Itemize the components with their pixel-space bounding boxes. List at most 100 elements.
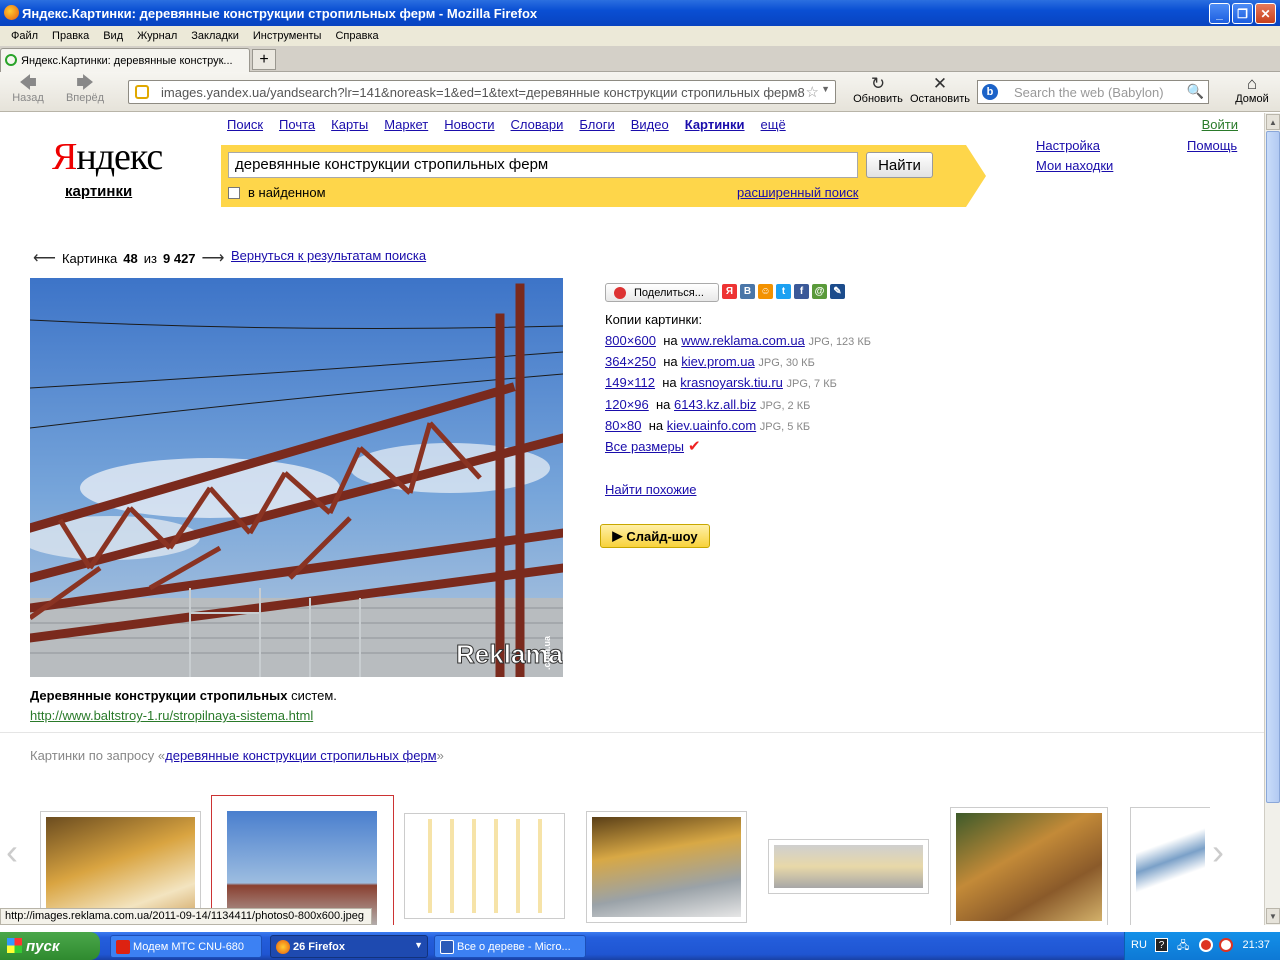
menu-bar: Файл Правка Вид Журнал Закладки Инструме… [0, 26, 1280, 46]
ya-icon[interactable]: Я [722, 284, 737, 299]
query-input[interactable]: деревянные конструкции стропильных ферм [228, 152, 858, 178]
close-button[interactable]: ✕ [1255, 3, 1276, 24]
back-to-results-link[interactable]: Вернуться к результатам поиска [231, 248, 426, 263]
nav-news[interactable]: Новости [444, 117, 494, 132]
url-bar[interactable]: images.yandex.ua/yandsearch?lr=141&norea… [128, 80, 836, 104]
copy-site-link[interactable]: 6143.kz.all.biz [674, 397, 756, 412]
moimir-icon[interactable]: @ [812, 284, 827, 299]
copy-site-link[interactable]: www.reklama.com.ua [681, 333, 805, 348]
source-url-link[interactable]: http://www.baltstroy-1.ru/stropilnaya-si… [30, 708, 313, 723]
slideshow-button[interactable]: ▶ Слайд-шоу [600, 524, 710, 548]
scrollbar-thumb[interactable] [1266, 131, 1280, 803]
taskbar-item-firefox[interactable]: 26 Firefox ▼ [270, 935, 428, 958]
maximize-button[interactable]: ❐ [1232, 3, 1253, 24]
nav-maps[interactable]: Карты [331, 117, 368, 132]
copy-size-link[interactable]: 364×250 [605, 354, 656, 369]
windows-logo-icon [7, 938, 22, 953]
all-sizes-link[interactable]: Все размеры [605, 439, 684, 454]
nav-more[interactable]: ещё [761, 117, 786, 132]
main-image[interactable]: Reklama .com.ua [30, 278, 563, 677]
stop-button[interactable]: ✕ Остановить [908, 74, 972, 105]
menu-view[interactable]: Вид [96, 30, 130, 42]
facebook-icon[interactable]: f [794, 284, 809, 299]
find-similar-link[interactable]: Найти похожие [605, 482, 696, 497]
copy-size-link[interactable]: 149×112 [605, 375, 655, 390]
copy-site-link[interactable]: krasnoyarsk.tiu.ru [680, 375, 783, 390]
vertical-scrollbar[interactable]: ▲ ▼ [1264, 113, 1280, 925]
new-tab-button[interactable]: + [252, 49, 276, 70]
nav-blogs[interactable]: Блоги [579, 117, 614, 132]
taskbar-item-modem[interactable]: Модем МТС CNU-680 [110, 935, 262, 958]
odnoklassniki-icon[interactable]: ☺ [758, 284, 773, 299]
copy-size-link[interactable]: 80×80 [605, 418, 642, 433]
menu-file[interactable]: Файл [4, 30, 45, 42]
twitter-icon[interactable]: t [776, 284, 791, 299]
thumbnail[interactable] [1130, 807, 1210, 925]
settings-link[interactable]: Настройка [1036, 138, 1100, 153]
menu-edit[interactable]: Правка [45, 30, 96, 42]
thumbs-prev-arrow-icon[interactable]: ‹ [6, 831, 18, 873]
nav-mail[interactable]: Почта [279, 117, 315, 132]
thumbnail-strip: ‹ › [0, 793, 1264, 925]
my-finds-link[interactable]: Мои находки [1036, 158, 1113, 173]
menu-history[interactable]: Журнал [130, 30, 184, 42]
minimize-button[interactable]: _ [1209, 3, 1230, 24]
in-found-label[interactable]: в найденном [248, 185, 326, 200]
nav-dictionaries[interactable]: Словари [511, 117, 564, 132]
modem-icon [116, 940, 130, 954]
thumbs-next-arrow-icon[interactable]: › [1212, 831, 1224, 873]
opera-icon[interactable] [1199, 938, 1213, 952]
advanced-search-link[interactable]: расширенный поиск [737, 185, 858, 200]
scroll-down-icon[interactable]: ▼ [1266, 908, 1280, 924]
language-indicator[interactable]: RU [1131, 939, 1147, 951]
navigation-toolbar: 🡄 Назад 🡆 Вперёд images.yandex.ua/yandse… [0, 72, 1280, 112]
livejournal-icon[interactable]: ✎ [830, 284, 845, 299]
copy-site-link[interactable]: kiev.prom.ua [681, 354, 754, 369]
bookmark-star-icon[interactable]: ☆ [806, 83, 819, 101]
yandex-logo[interactable]: Яндекс [52, 137, 163, 177]
prev-image-arrow-icon[interactable]: ⟵ [33, 248, 56, 268]
url-dropdown-icon[interactable]: ▼ [821, 84, 830, 94]
copy-size-link[interactable]: 800×600 [605, 333, 656, 348]
menu-tools[interactable]: Инструменты [246, 30, 329, 42]
related-query-link[interactable]: деревянные конструкции стропильных ферм [165, 748, 436, 763]
home-button[interactable]: ⌂ Домой [1232, 74, 1272, 105]
search-icon[interactable]: 🔍 [1187, 83, 1204, 100]
service-name-link[interactable]: картинки [65, 183, 132, 200]
nav-images[interactable]: Картинки [685, 117, 745, 132]
antivirus-icon[interactable] [1219, 938, 1233, 952]
nav-video[interactable]: Видео [631, 117, 669, 132]
taskbar-item-word[interactable]: Все о дереве - Micro... [434, 935, 586, 958]
start-button[interactable]: пуск [0, 932, 100, 960]
tab-yandex-images[interactable]: Яндекс.Картинки: деревянные конструк... [0, 48, 250, 72]
menu-bookmarks[interactable]: Закладки [184, 30, 246, 42]
network-icon[interactable]: 🖧 [1177, 937, 1189, 956]
forward-button[interactable]: 🡆 Вперёд [60, 74, 110, 105]
find-button[interactable]: Найти [866, 152, 933, 178]
share-button[interactable]: Поделиться... [605, 283, 719, 302]
thumbnail[interactable] [950, 807, 1108, 925]
copy-site-link[interactable]: kiev.uainfo.com [667, 418, 756, 433]
clock[interactable]: 21:37 [1242, 939, 1270, 951]
thumbnail[interactable] [404, 813, 565, 919]
url-text: images.yandex.ua/yandsearch?lr=141&norea… [161, 84, 805, 100]
help-icon[interactable]: ? [1155, 938, 1168, 952]
nav-market[interactable]: Маркет [384, 117, 428, 132]
copy-row: 364×250 на kiev.prom.ua JPG, 30 КБ [605, 354, 815, 369]
group-dropdown-icon: ▼ [414, 940, 423, 950]
help-link[interactable]: Помощь [1187, 138, 1237, 153]
thumbnail[interactable] [768, 839, 929, 894]
back-button[interactable]: 🡄 Назад [8, 74, 48, 105]
copy-size-link[interactable]: 120×96 [605, 397, 649, 412]
thumbnail-selected[interactable] [211, 795, 394, 925]
in-found-checkbox[interactable] [228, 187, 240, 199]
web-search-box[interactable]: b Search the web (Babylon) 🔍 [977, 80, 1209, 104]
scroll-up-icon[interactable]: ▲ [1266, 114, 1280, 130]
reload-button[interactable]: ↻ Обновить [850, 74, 906, 105]
next-image-arrow-icon[interactable]: ⟶ [202, 248, 225, 268]
login-link[interactable]: Войти [1202, 117, 1238, 132]
vk-icon[interactable]: B [740, 284, 755, 299]
nav-search[interactable]: Поиск [227, 117, 263, 132]
thumbnail[interactable] [586, 811, 747, 923]
menu-help[interactable]: Справка [328, 30, 385, 42]
